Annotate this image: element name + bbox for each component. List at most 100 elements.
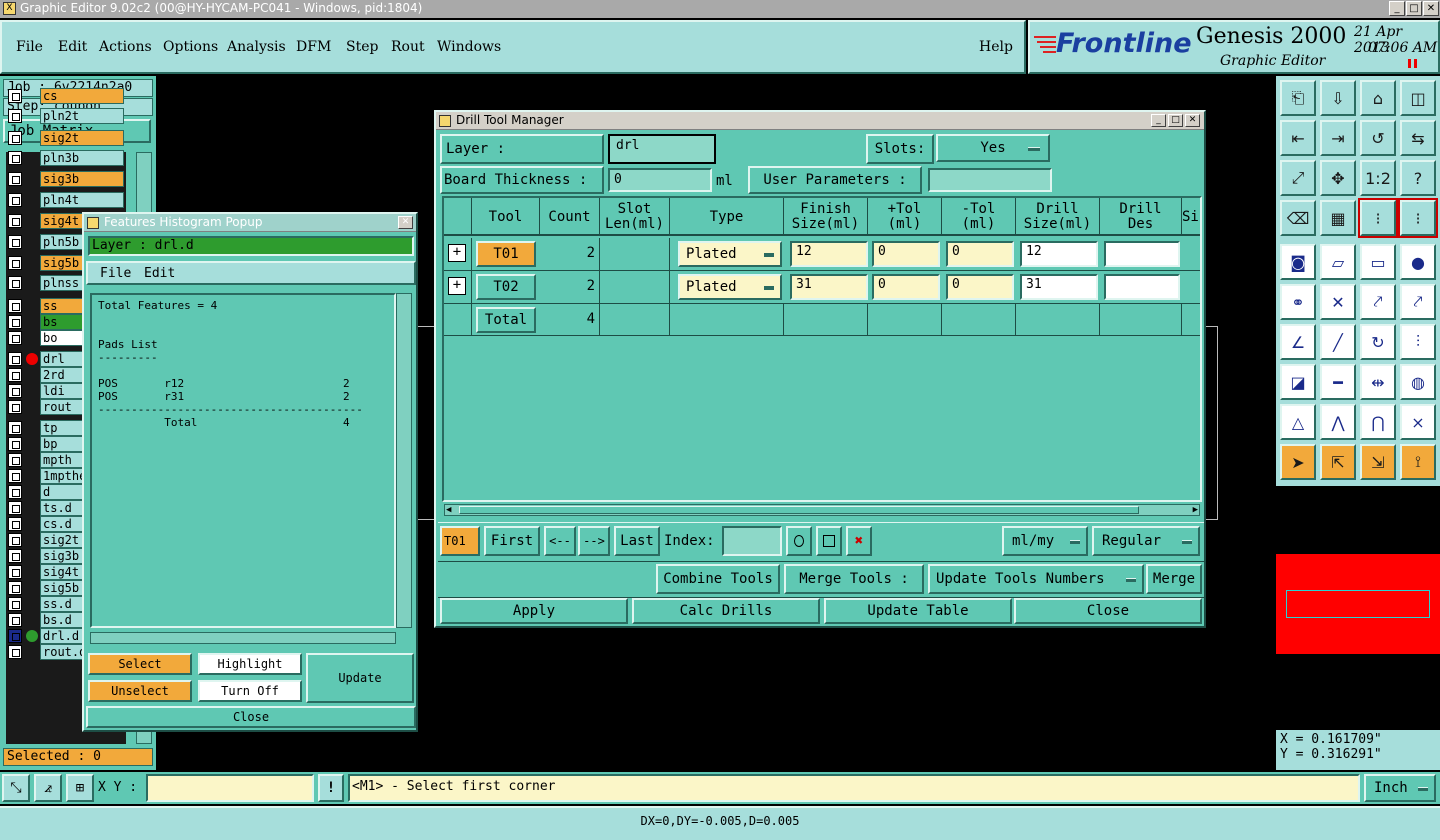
histogram-menu-file[interactable]: File [100, 266, 131, 281]
minus-tol-field[interactable]: 0 [946, 241, 1014, 267]
units-inch-dropdown[interactable]: Inch [1364, 774, 1436, 802]
drill-size-field[interactable]: 12 [1020, 241, 1098, 267]
minimize-icon[interactable]: _ [1151, 114, 1166, 127]
menu-help[interactable]: Help [979, 39, 1013, 55]
arc-icon[interactable]: ↻ [1360, 324, 1396, 360]
layer-checkbox[interactable] [8, 517, 22, 531]
zoom-back-icon[interactable]: ↺ [1360, 120, 1396, 156]
grid-snap-icon[interactable]: ⊞ [66, 774, 94, 802]
first-button[interactable]: First [484, 526, 540, 556]
layer-checkbox[interactable] [8, 485, 22, 499]
expand-icon[interactable]: + [448, 277, 466, 295]
drill-des-field[interactable] [1104, 241, 1180, 267]
drill-size-field[interactable]: 31 [1020, 274, 1098, 300]
tool-name[interactable]: T01 [476, 241, 536, 267]
mode-dropdown[interactable]: Regular [1092, 526, 1200, 556]
prev-button[interactable]: <-- [544, 526, 576, 556]
redraw-icon[interactable]: ⇆ [1400, 120, 1436, 156]
layer-checkbox[interactable] [8, 151, 22, 165]
user-parameters-button[interactable]: User Parameters : [748, 166, 922, 194]
ruler-icon[interactable]: ⌫ [1280, 200, 1316, 236]
layer-checkbox[interactable] [8, 331, 22, 345]
layer-row[interactable]: sig2t [8, 130, 130, 146]
layer-checkbox[interactable] [8, 172, 22, 186]
layer-row[interactable]: pln4t [8, 192, 130, 208]
help-icon[interactable]: ? [1400, 160, 1436, 196]
last-button[interactable]: Last [614, 526, 660, 556]
histogram-close-button[interactable]: Close [86, 706, 416, 728]
net-icon[interactable]: ◪ [1280, 364, 1316, 400]
menu-dfm[interactable]: DFM [296, 39, 331, 55]
layer-checkbox[interactable] [8, 437, 22, 451]
units-dropdown[interactable]: ml/my [1002, 526, 1088, 556]
maximize-icon[interactable]: □ [1406, 1, 1422, 16]
arch-cross-icon[interactable]: ⨯ [1400, 404, 1436, 440]
close-icon[interactable]: ✕ [1185, 114, 1200, 127]
zoom-fit-icon[interactable]: ⤢ [1280, 160, 1316, 196]
zoom-fit-icon[interactable]: ⤡ [2, 774, 30, 802]
arch-fill-icon[interactable]: ⋂ [1360, 404, 1396, 440]
type-dropdown[interactable]: Plated [678, 241, 782, 267]
scroll-left-icon[interactable]: ◀ [446, 505, 451, 515]
highlight-button[interactable]: Highlight [198, 653, 302, 675]
line-select-icon[interactable]: ⤤ [1360, 284, 1396, 320]
layer-checkbox[interactable] [8, 193, 22, 207]
menu-file[interactable]: File [16, 39, 43, 55]
measure-icon[interactable]: ▭ [1360, 244, 1396, 280]
layer-checkbox[interactable] [8, 235, 22, 249]
finish-size-field[interactable]: 12 [790, 241, 868, 267]
layer-checkbox[interactable] [8, 384, 22, 398]
pan-right-icon[interactable]: ⇥ [1320, 120, 1356, 156]
line-add-icon[interactable]: ⤤ [1400, 284, 1436, 320]
cut-line-icon[interactable]: ━ [1320, 364, 1356, 400]
xy-input[interactable] [146, 774, 314, 802]
next-button[interactable]: --> [578, 526, 610, 556]
refresh-icon[interactable] [816, 526, 842, 556]
user-parameters-field[interactable] [928, 168, 1052, 192]
calc-drills-button[interactable]: Calc Drills [632, 598, 820, 624]
plus-tol-field[interactable]: 0 [872, 241, 940, 267]
save-view-icon[interactable]: ⇩ [1320, 80, 1356, 116]
menu-options[interactable]: Options [163, 39, 218, 55]
index-field[interactable] [722, 526, 782, 556]
maximize-icon[interactable]: □ [1168, 114, 1183, 127]
merge-button[interactable]: Merge [1146, 564, 1202, 594]
layer-checkbox[interactable] [8, 421, 22, 435]
layer-checkbox[interactable] [8, 613, 22, 627]
layer-checkbox[interactable] [8, 501, 22, 515]
shape-group-icon[interactable]: ◍ [1400, 364, 1436, 400]
unselect-button[interactable]: Unselect [88, 680, 192, 702]
apply-button[interactable]: Apply [440, 598, 628, 624]
layer-checkbox[interactable] [8, 453, 22, 467]
layer-row[interactable]: pln3b [8, 150, 130, 166]
select-button[interactable]: Select [88, 653, 192, 675]
type-dropdown[interactable]: Plated [678, 274, 782, 300]
layer-checkbox[interactable] [8, 629, 22, 643]
layer-row[interactable]: sig3b [8, 171, 130, 187]
pad-icon[interactable]: ◙ [1280, 244, 1316, 280]
diagonal-line-icon[interactable]: ╱ [1320, 324, 1356, 360]
layer-checkbox[interactable] [8, 89, 22, 103]
layer-checkbox[interactable] [8, 131, 22, 145]
layer-checkbox[interactable] [8, 469, 22, 483]
zoom-1to1-icon[interactable]: 1:2 [1360, 160, 1396, 196]
merge-tools-dropdown[interactable]: Update Tools Numbers [928, 564, 1144, 594]
minus-tol-field[interactable]: 0 [946, 274, 1014, 300]
snap-route-icon[interactable]: ⟟ [1400, 444, 1436, 480]
alert-icon[interactable]: ! [318, 774, 344, 802]
layer-checkbox[interactable] [8, 597, 22, 611]
scroll-right-icon[interactable]: ▶ [1193, 505, 1198, 515]
dtm-close-button[interactable]: Close [1014, 598, 1202, 624]
update-button[interactable]: Update [306, 653, 414, 703]
angle-icon[interactable]: ∠ [1280, 324, 1316, 360]
update-table-button[interactable]: Update Table [824, 598, 1012, 624]
select-box-icon[interactable]: ⇱ [1320, 444, 1356, 480]
delete-icon[interactable]: ✖ [846, 526, 872, 556]
scroll-thumb[interactable] [459, 506, 1139, 514]
finish-size-field[interactable]: 31 [790, 274, 868, 300]
split-view-icon[interactable]: ◫ [1400, 80, 1436, 116]
layer-checkbox[interactable] [8, 400, 22, 414]
layer-checkbox[interactable] [8, 565, 22, 579]
layer-checkbox[interactable] [8, 581, 22, 595]
plus-tol-field[interactable]: 0 [872, 274, 940, 300]
